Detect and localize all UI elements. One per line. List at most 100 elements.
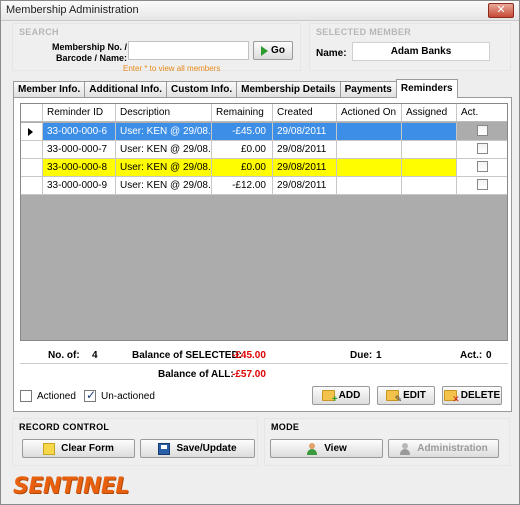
cell-description: User: KEN @ 29/08... bbox=[116, 141, 212, 159]
member-name-value: Adam Banks bbox=[352, 42, 490, 61]
row-indicator bbox=[21, 159, 43, 177]
summary-bar: No. of: 4 Balance of SELECTED: -£45.00 D… bbox=[20, 346, 508, 364]
col-actioned-on[interactable]: Actioned On bbox=[337, 104, 402, 122]
cell-assigned bbox=[402, 123, 457, 141]
member-name-label: Name: bbox=[316, 48, 347, 59]
mode-group: MODE View Administration bbox=[264, 418, 510, 466]
due-label: Due: bbox=[350, 350, 373, 361]
col-remaining[interactable]: Remaining bbox=[212, 104, 273, 122]
search-hint: Enter * to view all members bbox=[123, 64, 221, 73]
table-row[interactable]: 33-000-000-6 User: KEN @ 29/08... -£45.0… bbox=[21, 123, 507, 141]
cell-assigned bbox=[402, 159, 457, 177]
administration-mode-button[interactable]: Administration bbox=[388, 439, 499, 458]
cell-assigned bbox=[402, 141, 457, 159]
table-row[interactable]: 33-000-000-9 User: KEN @ 29/08... -£12.0… bbox=[21, 177, 507, 195]
add-reminder-button[interactable]: ADD bbox=[312, 386, 370, 405]
grid-indicator-header bbox=[21, 104, 43, 122]
cell-actioned-on bbox=[337, 123, 402, 141]
row-pointer-icon bbox=[28, 128, 33, 136]
delete-label: DELETE bbox=[460, 390, 501, 401]
act-value: 0 bbox=[486, 350, 492, 361]
cell-description: User: KEN @ 29/08... bbox=[116, 159, 212, 177]
tab-strip: Member Info. Additional Info. Custom Inf… bbox=[13, 79, 458, 98]
actioned-label: Actioned bbox=[37, 390, 76, 402]
folder-edit-icon bbox=[386, 390, 402, 405]
cell-created: 29/08/2011 bbox=[273, 177, 337, 195]
table-row[interactable]: 33-000-000-8 User: KEN @ 29/08... £0.00 … bbox=[21, 159, 507, 177]
act-checkbox[interactable] bbox=[476, 124, 488, 136]
balance-all-label: Balance of ALL: bbox=[158, 369, 234, 380]
folder-add-icon bbox=[321, 390, 338, 405]
tab-payments[interactable]: Payments bbox=[339, 81, 397, 98]
view-mode-button[interactable]: View bbox=[270, 439, 383, 458]
table-row[interactable]: 33-000-000-7 User: KEN @ 29/08... £0.00 … bbox=[21, 141, 507, 159]
no-of-value: 4 bbox=[92, 350, 98, 361]
tab-member-info[interactable]: Member Info. bbox=[13, 81, 86, 98]
col-description[interactable]: Description bbox=[116, 104, 212, 122]
tab-custom-info[interactable]: Custom Info. bbox=[166, 81, 238, 98]
user-icon bbox=[306, 442, 318, 455]
col-created[interactable]: Created bbox=[273, 104, 337, 122]
cell-remaining: -£12.00 bbox=[212, 177, 273, 195]
save-update-button[interactable]: Save/Update bbox=[140, 439, 255, 458]
edit-reminder-button[interactable]: EDIT bbox=[377, 386, 435, 405]
tab-membership-details[interactable]: Membership Details bbox=[236, 81, 341, 98]
tab-reminders[interactable]: Reminders bbox=[395, 79, 458, 98]
cell-actioned-on bbox=[337, 177, 402, 195]
clear-form-label: Clear Form bbox=[61, 443, 114, 454]
cell-description: User: KEN @ 29/08... bbox=[116, 177, 212, 195]
due-value: 1 bbox=[376, 350, 382, 361]
balance-all-bar: Balance of ALL: -£57.00 bbox=[20, 365, 508, 383]
selected-member-section-title: SELECTED MEMBER bbox=[316, 27, 412, 37]
cell-reminder-id: 33-000-000-9 bbox=[43, 177, 116, 195]
act-label: Act.: bbox=[460, 350, 483, 361]
folder-delete-icon bbox=[443, 390, 460, 405]
balance-selected-label: Balance of SELECTED: bbox=[132, 350, 243, 361]
balance-selected-value: -£45.00 bbox=[232, 350, 266, 361]
view-label: View bbox=[324, 443, 347, 454]
administration-label: Administration bbox=[417, 443, 488, 454]
cell-act bbox=[457, 159, 507, 177]
cell-created: 29/08/2011 bbox=[273, 123, 337, 141]
row-indicator bbox=[21, 123, 43, 141]
unactioned-checkbox[interactable] bbox=[84, 388, 96, 402]
record-control-title: RECORD CONTROL bbox=[19, 422, 110, 432]
mode-title: MODE bbox=[271, 422, 300, 432]
cell-reminder-id: 33-000-000-6 bbox=[43, 123, 116, 141]
cell-remaining: £0.00 bbox=[212, 159, 273, 177]
cell-actioned-on bbox=[337, 141, 402, 159]
tab-additional-info[interactable]: Additional Info. bbox=[84, 81, 167, 98]
window-title: Membership Administration bbox=[6, 4, 139, 16]
balance-all-value: -£57.00 bbox=[232, 369, 266, 380]
unactioned-filter[interactable]: Un-actioned bbox=[84, 388, 155, 402]
delete-reminder-button[interactable]: DELETE bbox=[442, 386, 502, 405]
search-label: Membership No. / Barcode / Name: bbox=[51, 42, 127, 63]
go-button[interactable]: Go bbox=[253, 41, 293, 60]
search-section-title: SEARCH bbox=[19, 27, 59, 37]
actioned-filter[interactable]: Actioned bbox=[20, 390, 76, 402]
search-group: SEARCH Membership No. / Barcode / Name: … bbox=[12, 23, 301, 73]
sentinel-logo: SENTINEL bbox=[13, 474, 129, 499]
floppy-disk-icon bbox=[158, 442, 171, 455]
close-button[interactable]: ✕ bbox=[488, 3, 514, 18]
search-input[interactable] bbox=[128, 41, 249, 60]
act-checkbox[interactable] bbox=[476, 142, 488, 154]
clear-form-button[interactable]: Clear Form bbox=[22, 439, 135, 458]
cell-act bbox=[457, 177, 507, 195]
row-indicator bbox=[21, 177, 43, 195]
unactioned-label: Un-actioned bbox=[101, 390, 155, 402]
membership-admin-window: Membership Administration ✕ SEARCH Membe… bbox=[0, 0, 520, 505]
cell-created: 29/08/2011 bbox=[273, 141, 337, 159]
grid-header: Reminder ID Description Remaining Create… bbox=[21, 104, 507, 122]
reminders-grid[interactable]: Reminder ID Description Remaining Create… bbox=[20, 103, 508, 341]
col-reminder-id[interactable]: Reminder ID bbox=[43, 104, 116, 122]
actioned-checkbox[interactable] bbox=[20, 390, 32, 402]
col-act[interactable]: Act. bbox=[457, 104, 507, 122]
cell-assigned bbox=[402, 177, 457, 195]
go-arrow-icon bbox=[261, 45, 269, 56]
record-control-group: RECORD CONTROL Clear Form Save/Update bbox=[12, 418, 258, 466]
col-assigned[interactable]: Assigned bbox=[402, 104, 457, 122]
act-checkbox[interactable] bbox=[476, 178, 488, 190]
act-checkbox[interactable] bbox=[476, 160, 488, 172]
save-update-label: Save/Update bbox=[176, 443, 237, 454]
